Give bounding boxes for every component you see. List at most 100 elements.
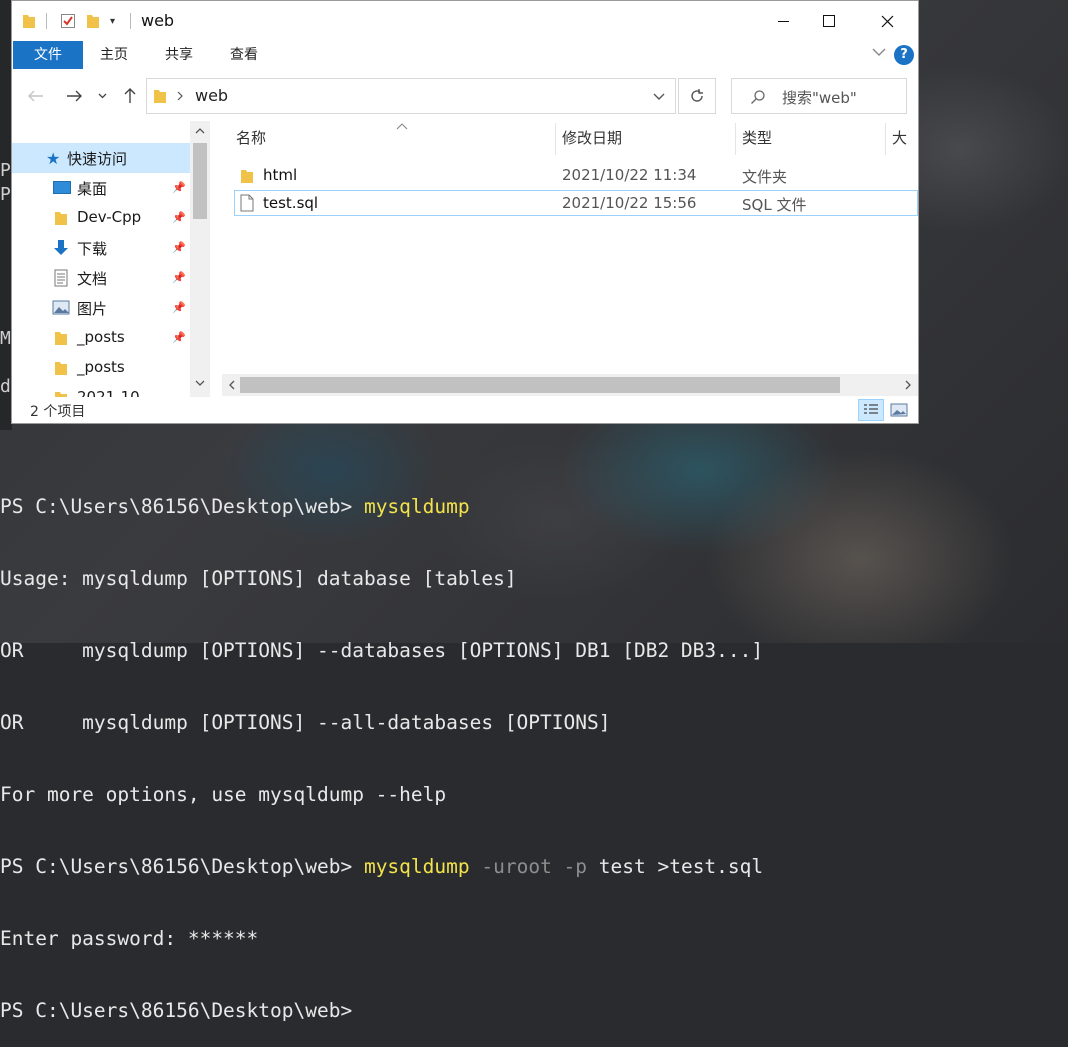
tab-home[interactable]: 主页 [90, 41, 138, 69]
up-button[interactable] [118, 83, 142, 109]
search-box[interactable]: 搜索"web" [731, 78, 907, 114]
new-folder-icon[interactable] [86, 12, 100, 30]
window-title: web [141, 11, 175, 30]
sidebar-item-documents[interactable]: 文档 📌 [12, 263, 190, 293]
close-icon [881, 15, 893, 27]
terminal-line: Usage: mysqldump [OPTIONS] database [tab… [0, 567, 517, 590]
scrollbar-thumb[interactable] [240, 377, 840, 393]
file-list: 名称 修改日期 类型 大小 html 2021/10/22 11:34 文件夹 … [222, 121, 918, 397]
column-divider[interactable] [735, 123, 736, 155]
column-header-name[interactable]: 名称 [236, 121, 266, 155]
file-row-test-sql[interactable]: test.sql 2021/10/22 15:56 SQL 文件 [234, 190, 918, 216]
item-count: 2 个项目 [30, 404, 86, 420]
file-row-html[interactable]: html 2021/10/22 11:34 文件夹 [234, 163, 918, 189]
pin-icon: 📌 [172, 181, 186, 194]
refresh-icon [691, 89, 703, 102]
file-date: 2021/10/22 11:34 [562, 166, 697, 184]
background-text-fragment: P [0, 160, 11, 181]
tab-view[interactable]: 查看 [220, 41, 268, 69]
scroll-down-icon[interactable] [195, 380, 205, 387]
navpane-scrollbar[interactable] [190, 121, 210, 397]
file-icon [240, 194, 254, 212]
scrollbar-thumb[interactable] [193, 143, 207, 219]
maximize-button[interactable] [806, 1, 852, 41]
sidebar-item-label: _posts [77, 328, 125, 346]
pin-icon: 📌 [172, 331, 186, 344]
file-explorer-window: ▾ web 文件 主页 共享 查看 ? web 搜索"web" ★ 快速访问 桌… [11, 0, 919, 424]
sidebar-item-downloads[interactable]: 下载 📌 [12, 233, 190, 263]
folder-icon [55, 362, 67, 375]
up-arrow-icon [124, 88, 136, 103]
details-view-button[interactable] [858, 399, 884, 421]
picture-icon [52, 300, 70, 315]
desktop-icon [53, 181, 71, 194]
sidebar-item-desktop[interactable]: 桌面 📌 [12, 173, 190, 203]
file-name: test.sql [263, 194, 319, 212]
powershell-terminal[interactable]: PS C:\Users\86156\Desktop\web> mysqldump… [0, 447, 1068, 1022]
details-view-icon [864, 404, 878, 414]
download-icon [54, 240, 68, 255]
file-type: SQL 文件 [742, 196, 807, 214]
navigation-pane: ★ 快速访问 桌面 📌 Dev-Cpp 📌 下载 📌 文档 📌 图片 📌 _po… [12, 121, 212, 397]
file-type: 文件夹 [742, 168, 788, 186]
customize-quick-access-icon[interactable]: ▾ [110, 12, 115, 30]
sidebar-item-quick-access[interactable]: ★ 快速访问 [12, 143, 190, 173]
scroll-left-icon[interactable] [228, 380, 235, 390]
chevron-down-icon[interactable] [653, 93, 665, 101]
search-placeholder: 搜索"web" [782, 89, 857, 107]
forward-button[interactable] [62, 83, 86, 109]
sidebar-item-2021-10[interactable]: 2021-10 [12, 383, 190, 397]
background-text-fragment: P [0, 184, 11, 205]
file-list-hscrollbar[interactable] [222, 374, 918, 396]
help-icon[interactable]: ? [894, 45, 914, 65]
properties-icon[interactable] [60, 12, 76, 30]
separator [130, 12, 131, 30]
pin-icon: 📌 [172, 241, 186, 254]
ribbon-tabs: 文件 主页 共享 查看 ? [12, 41, 918, 71]
close-button[interactable] [864, 1, 910, 41]
maximize-icon [823, 15, 835, 27]
minimize-icon [777, 20, 789, 22]
chevron-right-icon [177, 91, 183, 101]
background-text-fragment: M [0, 328, 11, 349]
pin-icon: 📌 [172, 301, 186, 314]
sidebar-item-dev-cpp[interactable]: Dev-Cpp 📌 [12, 203, 190, 233]
sidebar-item-label: 2021-10 [77, 388, 140, 397]
address-bar[interactable]: web [146, 78, 676, 114]
column-divider[interactable] [885, 123, 886, 155]
scroll-up-icon[interactable] [195, 127, 205, 134]
large-icons-view-icon [890, 403, 908, 417]
back-arrow-icon [28, 90, 43, 102]
terminal-prompt-line[interactable]: PS C:\Users\86156\Desktop\web> [0, 999, 1068, 1023]
terminal-line: PS C:\Users\86156\Desktop\web> mysqldump… [0, 855, 764, 878]
folder-icon [55, 332, 67, 345]
scroll-right-icon[interactable] [905, 380, 912, 390]
recent-locations-button[interactable] [94, 83, 110, 109]
tab-share[interactable]: 共享 [155, 41, 203, 69]
column-divider[interactable] [555, 123, 556, 155]
tab-file[interactable]: 文件 [13, 41, 83, 69]
column-header-type[interactable]: 类型 [742, 121, 772, 155]
sidebar-item-posts[interactable]: _posts 📌 [12, 323, 190, 353]
sidebar-item-label: 快速访问 [67, 150, 128, 168]
refresh-button[interactable] [678, 78, 716, 114]
sidebar-item-pictures[interactable]: 图片 📌 [12, 293, 190, 323]
column-header-date[interactable]: 修改日期 [562, 121, 622, 155]
column-header-size[interactable]: 大小 [892, 121, 918, 155]
expand-ribbon-icon[interactable] [872, 45, 886, 61]
title-bar[interactable]: ▾ web [12, 1, 918, 41]
breadcrumb[interactable]: web [195, 86, 228, 105]
terminal-line: OR mysqldump [OPTIONS] --all-databases [… [0, 711, 611, 734]
separator [46, 12, 47, 30]
document-icon [54, 269, 68, 287]
search-icon [751, 90, 765, 104]
chevron-down-icon [98, 93, 106, 99]
sidebar-item-label: 桌面 [77, 180, 108, 198]
folder-icon [241, 170, 253, 183]
star-icon: ★ [46, 149, 61, 168]
minimize-button[interactable] [760, 1, 806, 41]
large-icons-view-button[interactable] [886, 399, 912, 421]
folder-icon [154, 90, 166, 103]
sidebar-item-posts[interactable]: _posts [12, 353, 190, 383]
back-button[interactable] [24, 83, 48, 109]
